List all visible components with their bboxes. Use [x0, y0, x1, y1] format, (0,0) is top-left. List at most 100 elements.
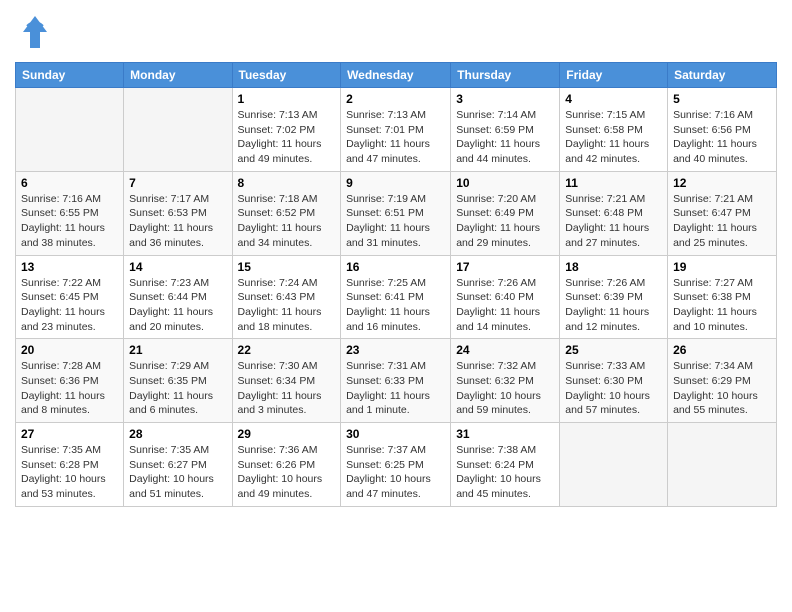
calendar-cell: 30 Sunrise: 7:37 AM Sunset: 6:25 PM Dayli…: [341, 423, 451, 507]
day-number: 5: [673, 92, 771, 106]
day-info: Sunrise: 7:15 AM Sunset: 6:58 PM Dayligh…: [565, 108, 662, 167]
calendar-cell: 5 Sunrise: 7:16 AM Sunset: 6:56 PM Daylig…: [668, 88, 777, 172]
day-number: 17: [456, 260, 554, 274]
day-number: 18: [565, 260, 662, 274]
calendar-cell: [124, 88, 232, 172]
day-number: 27: [21, 427, 118, 441]
day-number: 30: [346, 427, 445, 441]
day-number: 25: [565, 343, 662, 357]
logo-icon: [15, 10, 55, 54]
day-number: 10: [456, 176, 554, 190]
day-number: 19: [673, 260, 771, 274]
day-number: 2: [346, 92, 445, 106]
column-header-wednesday: Wednesday: [341, 63, 451, 88]
calendar-cell: 6 Sunrise: 7:16 AM Sunset: 6:55 PM Daylig…: [16, 171, 124, 255]
calendar-cell: 21 Sunrise: 7:29 AM Sunset: 6:35 PM Dayli…: [124, 339, 232, 423]
day-info: Sunrise: 7:26 AM Sunset: 6:39 PM Dayligh…: [565, 276, 662, 335]
page-header: [15, 10, 777, 54]
calendar-cell: 28 Sunrise: 7:35 AM Sunset: 6:27 PM Dayli…: [124, 423, 232, 507]
day-number: 15: [238, 260, 336, 274]
day-info: Sunrise: 7:22 AM Sunset: 6:45 PM Dayligh…: [21, 276, 118, 335]
day-number: 20: [21, 343, 118, 357]
calendar-cell: 31Sunrise: 7:38 AM Sunset: 6:24 PM Dayli…: [451, 423, 560, 507]
column-header-thursday: Thursday: [451, 63, 560, 88]
day-number: 3: [456, 92, 554, 106]
day-info: Sunrise: 7:35 AM Sunset: 6:27 PM Dayligh…: [129, 443, 226, 502]
day-number: 22: [238, 343, 336, 357]
calendar-cell: 18 Sunrise: 7:26 AM Sunset: 6:39 PM Dayli…: [560, 255, 668, 339]
logo: [15, 10, 59, 54]
day-info: Sunrise: 7:13 AM Sunset: 7:02 PM Dayligh…: [238, 108, 336, 167]
column-header-monday: Monday: [124, 63, 232, 88]
calendar-week-5: 27 Sunrise: 7:35 AM Sunset: 6:28 PM Dayli…: [16, 423, 777, 507]
calendar-cell: 22Sunrise: 7:30 AM Sunset: 6:34 PM Dayli…: [232, 339, 341, 423]
day-info: Sunrise: 7:31 AM Sunset: 6:33 PM Dayligh…: [346, 359, 445, 418]
calendar-cell: 25 Sunrise: 7:33 AM Sunset: 6:30 PM Dayli…: [560, 339, 668, 423]
day-number: 12: [673, 176, 771, 190]
day-info: Sunrise: 7:34 AM Sunset: 6:29 PM Dayligh…: [673, 359, 771, 418]
calendar-cell: 1 Sunrise: 7:13 AM Sunset: 7:02 PM Daylig…: [232, 88, 341, 172]
day-info: Sunrise: 7:29 AM Sunset: 6:35 PM Dayligh…: [129, 359, 226, 418]
day-info: Sunrise: 7:23 AM Sunset: 6:44 PM Dayligh…: [129, 276, 226, 335]
calendar-cell: 9Sunrise: 7:19 AM Sunset: 6:51 PM Daylig…: [341, 171, 451, 255]
day-number: 26: [673, 343, 771, 357]
calendar-cell: 24 Sunrise: 7:32 AM Sunset: 6:32 PM Dayli…: [451, 339, 560, 423]
day-number: 14: [129, 260, 226, 274]
calendar-cell: 27 Sunrise: 7:35 AM Sunset: 6:28 PM Dayli…: [16, 423, 124, 507]
day-number: 24: [456, 343, 554, 357]
day-number: 1: [238, 92, 336, 106]
calendar-cell: 26 Sunrise: 7:34 AM Sunset: 6:29 PM Dayli…: [668, 339, 777, 423]
calendar-cell: 3 Sunrise: 7:14 AM Sunset: 6:59 PM Daylig…: [451, 88, 560, 172]
day-info: Sunrise: 7:20 AM Sunset: 6:49 PM Dayligh…: [456, 192, 554, 251]
day-info: Sunrise: 7:21 AM Sunset: 6:48 PM Dayligh…: [565, 192, 662, 251]
calendar-cell: 15 Sunrise: 7:24 AM Sunset: 6:43 PM Dayli…: [232, 255, 341, 339]
day-info: Sunrise: 7:37 AM Sunset: 6:25 PM Dayligh…: [346, 443, 445, 502]
day-number: 21: [129, 343, 226, 357]
day-number: 23: [346, 343, 445, 357]
calendar-cell: 12 Sunrise: 7:21 AM Sunset: 6:47 PM Dayli…: [668, 171, 777, 255]
day-info: Sunrise: 7:16 AM Sunset: 6:55 PM Dayligh…: [21, 192, 118, 251]
day-info: Sunrise: 7:25 AM Sunset: 6:41 PM Dayligh…: [346, 276, 445, 335]
calendar-cell: 10 Sunrise: 7:20 AM Sunset: 6:49 PM Dayli…: [451, 171, 560, 255]
day-info: Sunrise: 7:28 AM Sunset: 6:36 PM Dayligh…: [21, 359, 118, 418]
calendar-week-4: 20 Sunrise: 7:28 AM Sunset: 6:36 PM Dayli…: [16, 339, 777, 423]
calendar-table: SundayMondayTuesdayWednesdayThursdayFrid…: [15, 62, 777, 507]
day-number: 7: [129, 176, 226, 190]
day-number: 8: [238, 176, 336, 190]
day-info: Sunrise: 7:24 AM Sunset: 6:43 PM Dayligh…: [238, 276, 336, 335]
day-info: Sunrise: 7:14 AM Sunset: 6:59 PM Dayligh…: [456, 108, 554, 167]
calendar-cell: 17 Sunrise: 7:26 AM Sunset: 6:40 PM Dayli…: [451, 255, 560, 339]
calendar-cell: 11 Sunrise: 7:21 AM Sunset: 6:48 PM Dayli…: [560, 171, 668, 255]
calendar-week-3: 13 Sunrise: 7:22 AM Sunset: 6:45 PM Dayli…: [16, 255, 777, 339]
calendar-cell: 4 Sunrise: 7:15 AM Sunset: 6:58 PM Daylig…: [560, 88, 668, 172]
day-number: 13: [21, 260, 118, 274]
day-number: 6: [21, 176, 118, 190]
day-info: Sunrise: 7:27 AM Sunset: 6:38 PM Dayligh…: [673, 276, 771, 335]
calendar-cell: 7Sunrise: 7:17 AM Sunset: 6:53 PM Daylig…: [124, 171, 232, 255]
calendar-week-2: 6 Sunrise: 7:16 AM Sunset: 6:55 PM Daylig…: [16, 171, 777, 255]
day-info: Sunrise: 7:32 AM Sunset: 6:32 PM Dayligh…: [456, 359, 554, 418]
calendar-cell: [668, 423, 777, 507]
day-number: 28: [129, 427, 226, 441]
column-header-saturday: Saturday: [668, 63, 777, 88]
calendar-body: 1 Sunrise: 7:13 AM Sunset: 7:02 PM Daylig…: [16, 88, 777, 507]
day-info: Sunrise: 7:21 AM Sunset: 6:47 PM Dayligh…: [673, 192, 771, 251]
day-number: 11: [565, 176, 662, 190]
day-info: Sunrise: 7:16 AM Sunset: 6:56 PM Dayligh…: [673, 108, 771, 167]
day-number: 31: [456, 427, 554, 441]
day-info: Sunrise: 7:33 AM Sunset: 6:30 PM Dayligh…: [565, 359, 662, 418]
calendar-cell: 23 Sunrise: 7:31 AM Sunset: 6:33 PM Dayli…: [341, 339, 451, 423]
calendar-cell: [560, 423, 668, 507]
day-info: Sunrise: 7:35 AM Sunset: 6:28 PM Dayligh…: [21, 443, 118, 502]
day-number: 4: [565, 92, 662, 106]
day-info: Sunrise: 7:26 AM Sunset: 6:40 PM Dayligh…: [456, 276, 554, 335]
calendar-cell: 20 Sunrise: 7:28 AM Sunset: 6:36 PM Dayli…: [16, 339, 124, 423]
calendar-cell: 29Sunrise: 7:36 AM Sunset: 6:26 PM Dayli…: [232, 423, 341, 507]
calendar-cell: 2Sunrise: 7:13 AM Sunset: 7:01 PM Daylig…: [341, 88, 451, 172]
calendar-cell: 13 Sunrise: 7:22 AM Sunset: 6:45 PM Dayli…: [16, 255, 124, 339]
calendar-cell: 14 Sunrise: 7:23 AM Sunset: 6:44 PM Dayli…: [124, 255, 232, 339]
column-header-friday: Friday: [560, 63, 668, 88]
calendar-cell: 8Sunrise: 7:18 AM Sunset: 6:52 PM Daylig…: [232, 171, 341, 255]
calendar-week-1: 1 Sunrise: 7:13 AM Sunset: 7:02 PM Daylig…: [16, 88, 777, 172]
calendar-header-row: SundayMondayTuesdayWednesdayThursdayFrid…: [16, 63, 777, 88]
